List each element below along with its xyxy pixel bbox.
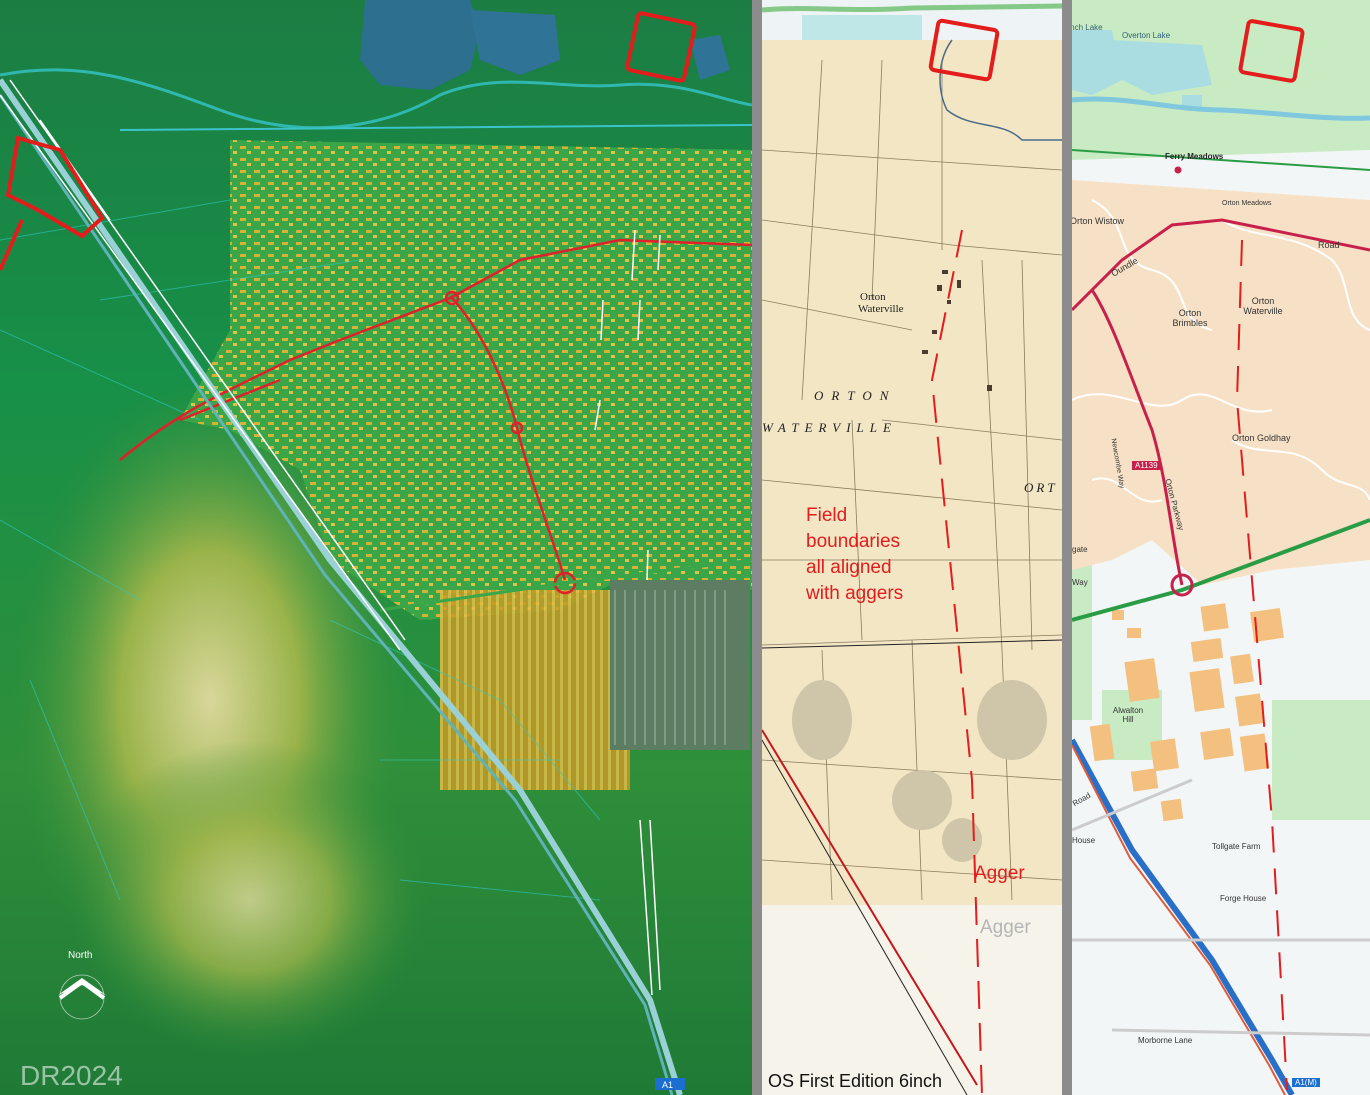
label-ferry-meadows: Ferry Meadows <box>1165 152 1224 161</box>
label-way: Way <box>1072 578 1088 587</box>
panel-divider <box>752 0 762 1095</box>
north-label: North <box>68 950 92 961</box>
panel-divider <box>1062 0 1072 1095</box>
annotation-field-boundaries: Field boundaries all aligned with aggers <box>806 503 903 607</box>
old-map-panel: Orton Waterville ORTON WATERVILLE ORT Fi… <box>762 0 1062 1095</box>
a1-badge: A1 <box>662 1080 673 1090</box>
label-house: House <box>1072 836 1096 845</box>
place-orton-caps: ORTON <box>814 388 896 403</box>
lidar-map: North DR2024 A1 <box>0 0 752 1095</box>
map-caption: OS First Edition 6inch <box>768 1071 943 1091</box>
place-orton: Orton <box>860 291 886 303</box>
label-orton-meadows: Orton Meadows <box>1222 200 1272 207</box>
label-lynch-lake: Lynch Lake <box>1072 23 1103 32</box>
annotation-line: boundaries <box>806 531 901 552</box>
label-orton-goldhay: Orton Goldhay <box>1232 433 1291 443</box>
place-waterville: Waterville <box>858 303 904 315</box>
modern-map-panel: Lynch Lake Overton Lake Ferry Meadows Or… <box>1072 0 1370 1095</box>
label-forge-house: Forge House <box>1220 894 1267 903</box>
credit-watermark: DR2024 <box>20 1060 123 1091</box>
lidar-map-panel: North DR2024 A1 <box>0 0 752 1095</box>
agger-label-red: Agger <box>974 863 1025 884</box>
place-ort: ORT <box>1024 480 1058 495</box>
label-orton-brimbles: Orton Brimbles <box>1172 308 1208 328</box>
label-gate: gate <box>1072 545 1088 554</box>
agger-label-grey: Agger <box>980 917 1031 938</box>
label-tollgate-farm: Tollgate Farm <box>1212 842 1261 851</box>
label-morborne-lane: Morborne Lane <box>1138 1036 1193 1045</box>
label-orton-waterville: Orton Waterville <box>1243 296 1283 316</box>
annotation-line: all aligned <box>806 557 892 578</box>
label-overton-lake: Overton Lake <box>1122 31 1171 40</box>
modern-map <box>1072 0 1370 1095</box>
label-a1m: A1(M) <box>1292 1078 1320 1087</box>
label-alwalton-hill: Alwalton Hill <box>1112 706 1144 724</box>
place-waterville-caps: WATERVILLE <box>762 420 897 435</box>
label-orton-wistow: Orton Wistow <box>1072 216 1125 226</box>
annotation-line: with aggers <box>806 583 904 604</box>
label-a1139: A1139 <box>1132 461 1161 470</box>
label-road: Road <box>1318 240 1340 250</box>
annotation-line: Field <box>806 505 848 526</box>
